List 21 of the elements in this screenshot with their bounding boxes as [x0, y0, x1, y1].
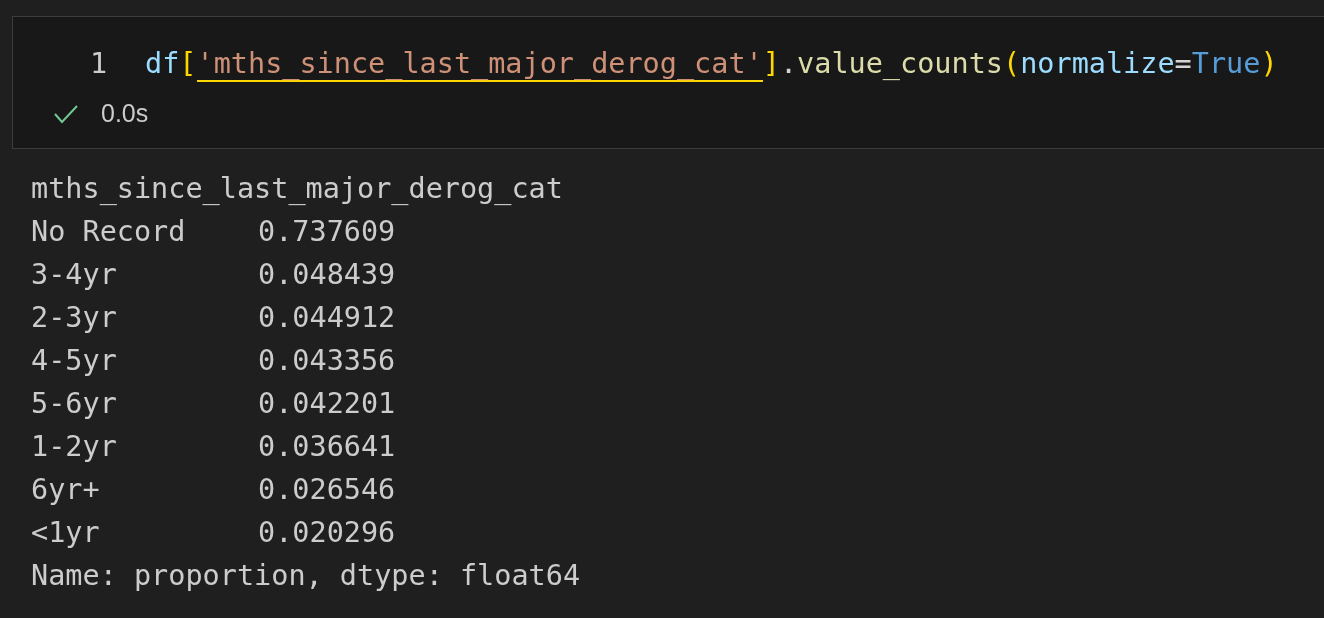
output-value: 0.042201 [258, 386, 396, 422]
output-label: 5-6yr [31, 386, 118, 422]
line-number: 1 [90, 47, 109, 80]
output-label: No Record [31, 214, 187, 250]
output-value: 0.048439 [258, 257, 396, 293]
output-label: 4-5yr [31, 343, 118, 379]
execution-time: 0.0s [101, 99, 149, 128]
output-label: 1-2yr [31, 429, 118, 465]
output-value: 0.036641 [258, 429, 396, 465]
output-value: 0.020296 [258, 515, 396, 551]
output-value: 0.026546 [258, 472, 396, 508]
output-header: mths_since_last_major_derog_cat [31, 171, 563, 207]
output-value: 0.044912 [258, 300, 396, 336]
output-value: 0.043356 [258, 343, 396, 379]
output-value: 0.737609 [258, 214, 396, 250]
output-label: 3-4yr [31, 257, 118, 293]
output-label: <1yr [31, 515, 101, 551]
output-label: 2-3yr [31, 300, 118, 336]
output-label: 6yr+ [31, 472, 101, 508]
output-footer: Name: proportion, dtype: float64 [31, 554, 581, 597]
code-line: df['mths_since_last_major_derog_cat'].value_counts(normalize=True) [145, 47, 1278, 80]
